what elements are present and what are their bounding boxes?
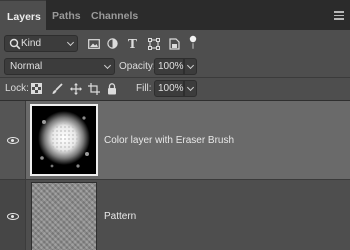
layer-name: Color layer with Eraser Brush <box>104 135 235 146</box>
fill-dropdown-button[interactable] <box>184 80 197 97</box>
layer-thumbnail <box>31 182 97 250</box>
lock-position-icon[interactable] <box>70 83 82 95</box>
shape-filter-icon[interactable] <box>148 38 160 50</box>
blend-mode-select[interactable]: Normal <box>4 58 115 75</box>
panel-tab-bar: Layers Paths Channels <box>0 0 350 30</box>
filter-kind-select[interactable]: Kind <box>4 35 78 52</box>
tab-channels[interactable]: Channels <box>91 0 138 30</box>
lock-row: Lock: Fill: 100% <box>0 78 350 100</box>
blend-mode-value: Normal <box>10 61 43 72</box>
fill-label: Fill: <box>136 83 152 94</box>
fill-value: 100% <box>158 83 184 94</box>
lock-image-pixels-icon[interactable] <box>51 83 63 95</box>
blend-row: Normal Opacity: 100% <box>0 57 350 77</box>
lock-transparent-pixels-icon[interactable] <box>31 83 42 94</box>
lock-all-icon[interactable] <box>107 83 117 95</box>
layer-filter-row: Kind T <box>0 30 350 57</box>
visibility-toggle[interactable] <box>0 101 26 179</box>
chevron-down-icon <box>103 61 112 70</box>
layer-thumbnail <box>30 104 98 176</box>
chevron-down-icon <box>186 61 195 70</box>
fill-field[interactable]: 100% <box>154 80 184 97</box>
opacity-dropdown-button[interactable] <box>184 58 197 75</box>
panel-menu-icon[interactable] <box>334 11 344 20</box>
filter-toggle-icon[interactable] <box>189 35 197 51</box>
filter-kind-label: Kind <box>21 38 42 49</box>
lock-label: Lock: <box>5 83 29 94</box>
tab-layers[interactable]: Layers <box>0 0 46 30</box>
chevron-down-icon <box>66 38 75 47</box>
eye-icon <box>7 213 19 220</box>
image-filter-icon[interactable] <box>88 39 100 49</box>
eye-icon <box>7 137 19 144</box>
opacity-field[interactable]: 100% <box>154 58 184 75</box>
type-filter-icon[interactable]: T <box>128 37 137 51</box>
layer-row[interactable]: Pattern <box>0 180 350 250</box>
adjustment-filter-icon[interactable] <box>107 38 118 49</box>
visibility-toggle[interactable] <box>0 180 26 250</box>
opacity-value: 100% <box>158 61 184 72</box>
chevron-down-icon <box>186 83 195 92</box>
layer-row[interactable]: Color layer with Eraser Brush <box>0 101 350 179</box>
layer-name: Pattern <box>104 211 137 222</box>
opacity-label: Opacity: <box>119 61 156 72</box>
search-icon <box>9 38 21 50</box>
smart-object-filter-icon[interactable] <box>169 38 180 50</box>
lock-artboard-icon[interactable] <box>88 83 101 95</box>
tab-paths[interactable]: Paths <box>52 0 81 30</box>
